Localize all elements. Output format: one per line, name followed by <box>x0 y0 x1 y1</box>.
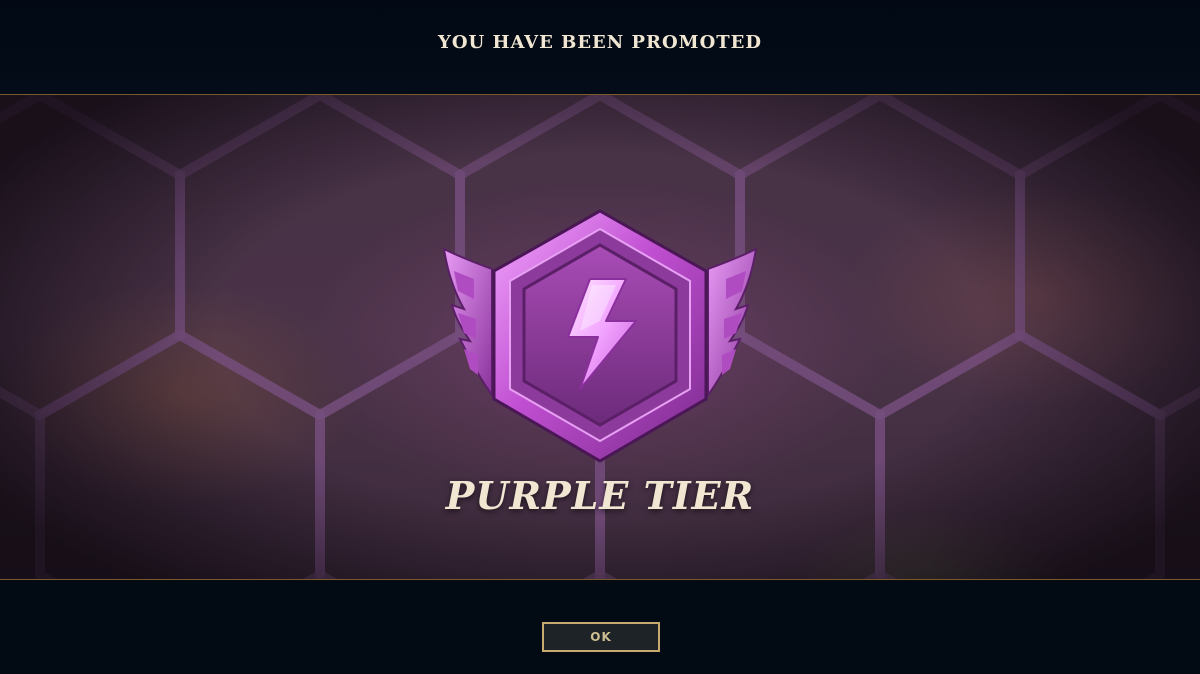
right-wing-ornament <box>707 247 758 399</box>
footer-bar: OK <box>0 580 1200 674</box>
promotion-title: YOU HAVE BEEN PROMOTED <box>438 32 762 53</box>
tier-name: PURPLE TIER <box>445 473 755 518</box>
promotion-screen: YOU HAVE BEEN PROMOTED PURPLE TIER OK <box>0 0 1200 674</box>
rank-emblem <box>442 209 758 463</box>
promotion-stage: PURPLE TIER <box>0 94 1200 580</box>
ok-button[interactable]: OK <box>542 622 660 652</box>
header-bar: YOU HAVE BEEN PROMOTED <box>0 0 1200 94</box>
left-wing-ornament <box>442 247 493 399</box>
